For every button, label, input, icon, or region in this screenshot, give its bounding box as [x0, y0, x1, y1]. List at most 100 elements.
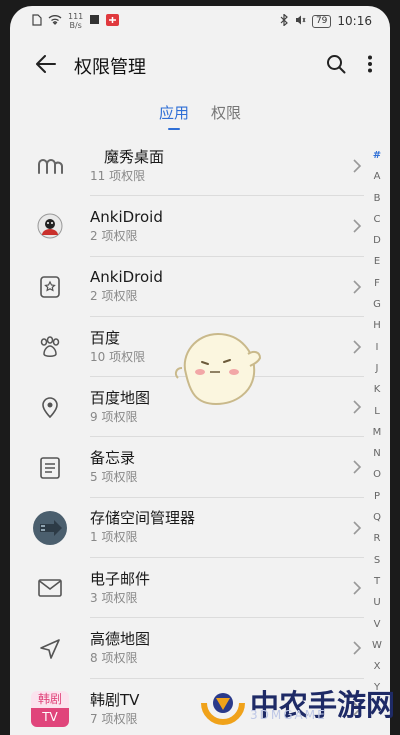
storage-manager-icon — [10, 498, 90, 558]
index-letter[interactable]: N — [368, 443, 386, 464]
app-name: AnkiDroid — [90, 268, 163, 287]
speed-value: 111 — [68, 12, 84, 21]
index-letter[interactable]: X — [368, 656, 386, 677]
mo-xiu-icon — [10, 136, 90, 196]
index-letter[interactable]: K — [368, 379, 386, 400]
app-name: 高德地图 — [90, 630, 151, 649]
index-letter[interactable]: E — [368, 251, 386, 272]
index-letter[interactable]: G — [368, 294, 386, 315]
tab-bar: 应用 权限 — [10, 98, 390, 134]
index-letter[interactable]: B — [368, 188, 386, 209]
hanju-icon-bottom: TV — [31, 707, 69, 727]
notification-app-icon — [106, 13, 120, 29]
app-name: 电子邮件 — [90, 569, 151, 588]
notes-icon — [10, 438, 90, 498]
index-letter[interactable]: L — [368, 401, 386, 422]
speed-unit: B/s — [69, 21, 82, 30]
chevron-right-icon — [350, 216, 364, 236]
phone-screen: 111 B/s 79 10:16 权限管理 应用 权限 魔秀桌面 11 项权限 … — [10, 6, 390, 735]
network-speed: 111 B/s — [68, 12, 83, 30]
chevron-right-icon — [350, 156, 364, 176]
index-letter[interactable]: U — [368, 592, 386, 613]
index-letter[interactable]: V — [368, 614, 386, 635]
chevron-right-icon — [350, 518, 364, 538]
hanju-tv-icon: 韩剧 TV — [10, 679, 90, 735]
search-button[interactable] — [322, 52, 350, 80]
index-letter[interactable]: W — [368, 635, 386, 656]
permission-count: 2 项权限 — [90, 228, 138, 243]
more-button[interactable] — [356, 52, 384, 80]
list-item[interactable]: 高德地图 8 项权限 — [10, 618, 364, 679]
watermark-sub: 3DMGAME — [250, 708, 327, 722]
index-letter[interactable]: D — [368, 230, 386, 251]
list-item-text: AnkiDroid 2 项权限 — [90, 257, 364, 317]
permission-count: 3 项权限 — [90, 590, 138, 605]
list-item-text: 电子邮件 3 项权限 — [90, 558, 364, 619]
hanju-tv-badge: 韩剧 TV — [31, 690, 69, 727]
chevron-right-icon — [350, 638, 364, 658]
list-item[interactable]: 备忘录 5 项权限 — [10, 437, 364, 498]
baidu-paw-icon — [10, 317, 90, 377]
clock: 10:16 — [337, 14, 372, 28]
anki-card-icon — [10, 257, 90, 317]
mail-icon — [10, 558, 90, 618]
index-letter[interactable]: Q — [368, 507, 386, 528]
permission-count: 11 项权限 — [90, 168, 146, 183]
list-item-text: 高德地图 8 项权限 — [90, 618, 364, 679]
index-letter[interactable]: O — [368, 464, 386, 485]
app-list: 魔秀桌面 11 项权限 AnkiDroid 2 项权限 AnkiDroid 2 … — [10, 136, 364, 735]
index-letter[interactable]: F — [368, 273, 386, 294]
battery-level: 79 — [311, 14, 332, 28]
list-item-text: AnkiDroid 2 项权限 — [90, 196, 364, 257]
app-name: AnkiDroid — [90, 207, 163, 226]
permission-count: 1 项权限 — [90, 530, 138, 545]
list-item[interactable]: 魔秀桌面 11 项权限 — [10, 136, 364, 197]
list-item[interactable]: AnkiDroid 2 项权限 — [10, 257, 364, 317]
index-letter[interactable]: A — [368, 166, 386, 187]
chevron-right-icon — [350, 578, 364, 598]
list-item-text: 备忘录 5 项权限 — [90, 437, 364, 498]
index-letter[interactable]: P — [368, 486, 386, 507]
list-item[interactable]: AnkiDroid 2 项权限 — [10, 196, 364, 257]
index-letter[interactable]: # — [368, 145, 386, 166]
mute-icon — [294, 14, 306, 29]
tab-apps[interactable]: 应用 — [159, 98, 189, 134]
chevron-right-icon — [350, 337, 364, 357]
index-letter[interactable]: R — [368, 528, 386, 549]
more-vertical-icon — [367, 55, 373, 77]
chevron-right-icon — [350, 277, 364, 297]
anki-avatar-icon — [10, 196, 90, 256]
chevron-right-icon — [350, 457, 364, 477]
watermark: 中农手游网 3DMGAME — [200, 676, 400, 732]
arrow-left-icon — [36, 55, 56, 77]
status-bar: 111 B/s 79 10:16 — [10, 6, 390, 36]
map-pin-icon — [10, 377, 90, 437]
wifi-icon — [48, 14, 62, 28]
back-button[interactable] — [22, 42, 70, 90]
list-item-text: 存储空间管理器 1 项权限 — [90, 498, 364, 559]
bluetooth-icon — [280, 12, 288, 29]
watermark-logo-icon — [201, 693, 245, 725]
page-title: 权限管理 — [74, 57, 146, 78]
tab-permissions[interactable]: 权限 — [211, 98, 241, 134]
alphabet-index[interactable]: # A B C D E F G H I J K L M N O P Q R S … — [368, 145, 386, 699]
index-letter[interactable]: J — [368, 358, 386, 379]
app-name: 魔秀桌面 — [104, 147, 165, 166]
status-right: 79 10:16 — [280, 12, 372, 29]
list-item[interactable]: 存储空间管理器 1 项权限 — [10, 498, 364, 559]
list-item[interactable]: 电子邮件 3 项权限 — [10, 558, 364, 619]
permission-count: 8 项权限 — [90, 651, 138, 666]
watermark-text-block: 中农手游网 3DMGAME — [250, 682, 395, 724]
index-letter[interactable]: T — [368, 571, 386, 592]
index-letter[interactable]: M — [368, 422, 386, 443]
navigation-icon — [10, 619, 90, 679]
index-letter[interactable]: I — [368, 337, 386, 358]
app-bar: 权限管理 — [10, 42, 390, 90]
index-letter[interactable]: H — [368, 315, 386, 336]
index-letter[interactable]: S — [368, 550, 386, 571]
chevron-right-icon — [350, 397, 364, 417]
permission-count: 5 项权限 — [90, 470, 138, 485]
index-letter[interactable]: C — [368, 209, 386, 230]
mascot-sticker — [172, 324, 268, 420]
hanju-icon-top: 韩剧 — [37, 691, 62, 706]
